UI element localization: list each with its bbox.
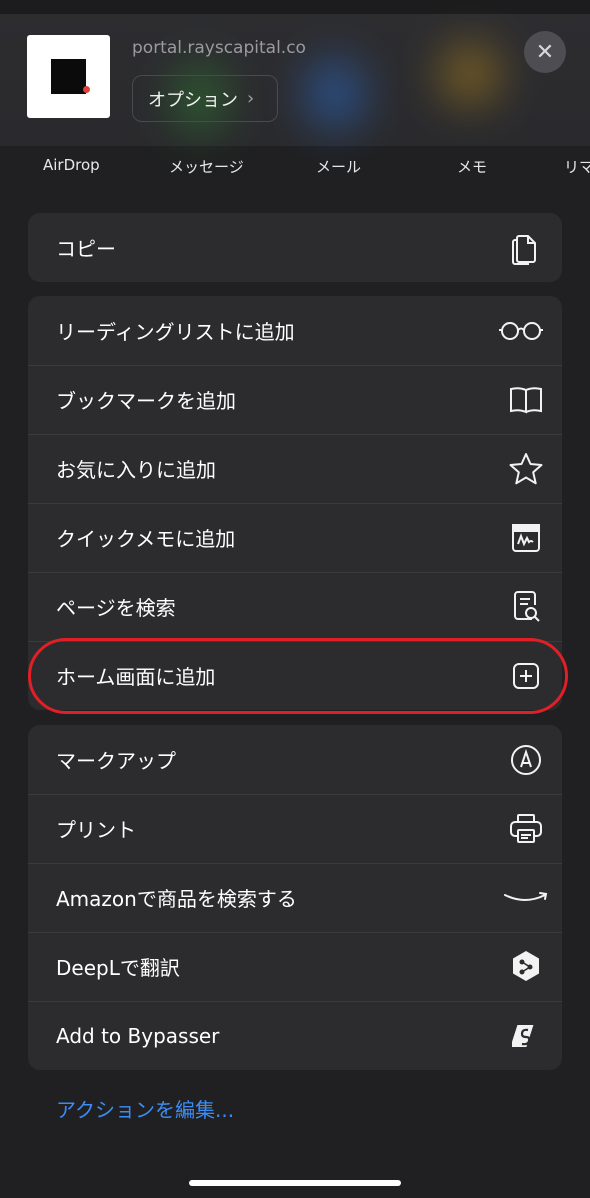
- action-add-favorite[interactable]: お気に入りに追加: [28, 434, 562, 503]
- find-page-icon: [508, 589, 544, 625]
- book-icon: [508, 382, 544, 418]
- app-label-messages[interactable]: メッセージ: [169, 156, 244, 177]
- deepl-icon: [508, 949, 544, 985]
- action-group-copy: コピー: [28, 213, 562, 282]
- chevron-right-icon: ›: [247, 88, 255, 109]
- thumbnail-dot: [83, 86, 90, 93]
- page-url: portal.rayscapital.co: [132, 38, 306, 58]
- action-quick-note[interactable]: クイックメモに追加: [28, 503, 562, 572]
- app-glow: [305, 59, 365, 129]
- action-label: DeepLで翻訳: [56, 956, 180, 980]
- action-deepl-translate[interactable]: DeepLで翻訳: [28, 932, 562, 1001]
- action-label: コピー: [56, 237, 116, 261]
- action-add-to-bypasser[interactable]: Add to Bypasser: [28, 1001, 562, 1070]
- action-label: マークアップ: [56, 749, 176, 773]
- action-label: Add to Bypasser: [56, 1023, 220, 1048]
- options-button[interactable]: オプション ›: [132, 75, 278, 122]
- action-find-on-page[interactable]: ページを検索: [28, 572, 562, 641]
- action-print[interactable]: プリント: [28, 794, 562, 863]
- action-group-extensions: マークアップ プリント Amazonで商品を検索する DeepLで翻訳 Add …: [28, 725, 562, 1070]
- action-amazon-search[interactable]: Amazonで商品を検索する: [28, 863, 562, 932]
- printer-icon: [508, 811, 544, 847]
- star-icon: [508, 451, 544, 487]
- action-label: ブックマークを追加: [56, 389, 236, 413]
- action-markup[interactable]: マークアップ: [28, 725, 562, 794]
- action-copy[interactable]: コピー: [28, 213, 562, 282]
- action-label: リーディングリストに追加: [56, 320, 295, 344]
- app-glow: [440, 44, 500, 104]
- amazon-smile-icon: [502, 880, 550, 916]
- action-label: Amazonで商品を検索する: [56, 887, 297, 911]
- action-label: ページを検索: [56, 596, 176, 620]
- action-label: プリント: [56, 818, 136, 842]
- action-add-bookmark[interactable]: ブックマークを追加: [28, 365, 562, 434]
- close-icon: ✕: [535, 39, 555, 65]
- highlight-annotation: [28, 638, 568, 714]
- glasses-icon: [498, 313, 544, 349]
- action-reading-list[interactable]: リーディングリストに追加: [28, 296, 562, 365]
- share-header: portal.rayscapital.co オプション › ✕: [0, 14, 590, 146]
- markup-icon: [508, 742, 544, 778]
- app-label-airdrop[interactable]: AirDrop: [43, 156, 100, 174]
- app-label-mail[interactable]: メール: [316, 156, 361, 177]
- app-label-reminders[interactable]: リマ: [564, 156, 590, 177]
- app-label-notes[interactable]: メモ: [457, 156, 487, 177]
- quick-note-icon: [508, 520, 544, 556]
- close-button[interactable]: ✕: [524, 31, 566, 73]
- home-indicator: [189, 1180, 401, 1186]
- thumbnail-image: [51, 59, 86, 94]
- action-label: お気に入りに追加: [56, 458, 216, 482]
- copy-icon: [508, 230, 544, 266]
- page-thumbnail: [27, 35, 110, 118]
- bypasser-icon: [508, 1018, 544, 1054]
- action-label: クイックメモに追加: [56, 527, 236, 551]
- options-label: オプション: [148, 89, 238, 111]
- edit-actions-link[interactable]: アクションを編集...: [56, 1094, 234, 1123]
